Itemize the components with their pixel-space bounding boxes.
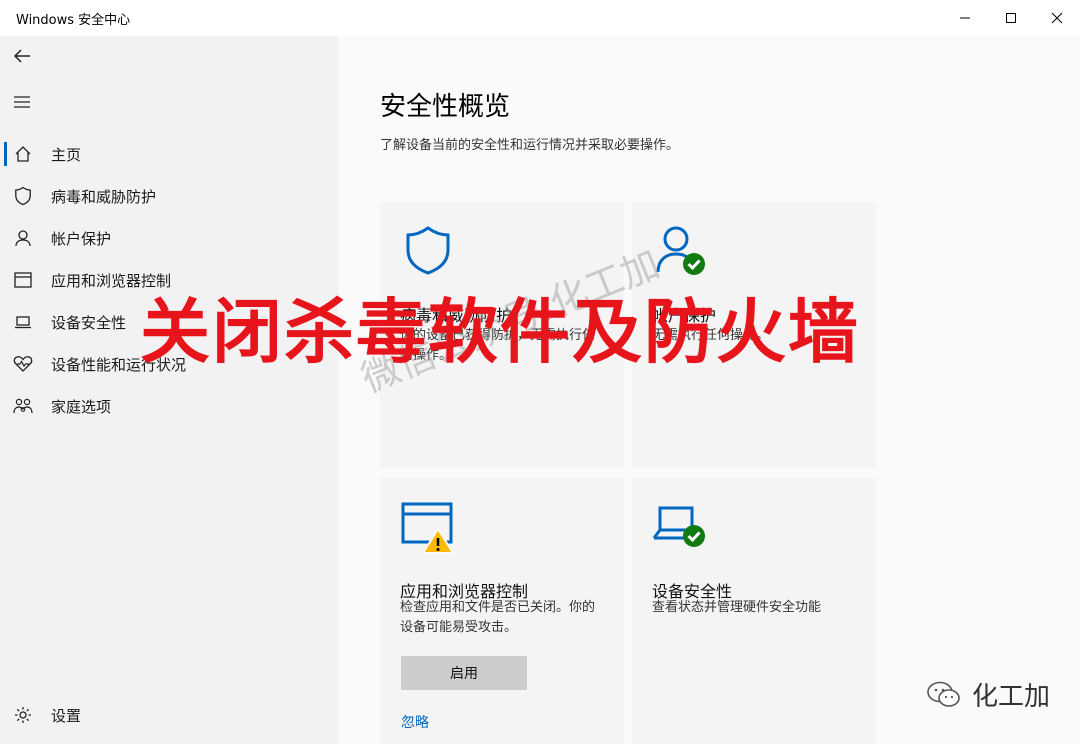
close-button[interactable] <box>1034 0 1080 36</box>
dismiss-link[interactable]: 忽略 <box>401 712 429 732</box>
home-icon <box>12 143 34 165</box>
page-title: 安全性概览 <box>380 92 511 122</box>
sidebar-item-account-protection[interactable]: 帐户保护 <box>0 217 338 259</box>
wechat-icon <box>927 681 960 707</box>
sidebar-item-label: 家庭选项 <box>51 397 112 416</box>
minimize-icon <box>960 17 970 19</box>
sidebar-item-virus-protection[interactable]: 病毒和威胁防护 <box>0 175 338 217</box>
sidebar-item-family-options[interactable]: 家庭选项 <box>0 385 338 427</box>
hamburger-icon <box>14 96 30 108</box>
sidebar-item-home[interactable]: 主页 <box>0 133 338 175</box>
hamburger-menu-button[interactable] <box>8 88 36 116</box>
back-arrow-icon <box>13 49 30 63</box>
brand-name: 化工加 <box>971 682 1050 712</box>
close-icon <box>1051 12 1063 24</box>
sidebar-item-settings[interactable]: 设置 <box>0 694 338 736</box>
sidebar-item-label: 帐户保护 <box>51 229 112 248</box>
family-icon <box>12 395 34 417</box>
maximize-icon <box>1006 13 1016 23</box>
person-icon <box>12 227 34 249</box>
sidebar: 主页 病毒和威胁防护 帐户保护 应用和浏览器控制 设备安全性 设备性能和运行状况… <box>0 36 338 744</box>
maximize-button[interactable] <box>988 0 1034 36</box>
shield-icon <box>406 226 450 275</box>
brand-badge: 化工加 <box>926 676 1050 713</box>
sidebar-item-label: 主页 <box>51 145 82 164</box>
title-bar: Windows 安全中心 <box>0 0 1080 36</box>
browser-window-icon <box>12 269 34 291</box>
page-description: 了解设备当前的安全性和运行情况并采取必要操作。 <box>380 138 680 153</box>
sidebar-item-label: 病毒和威胁防护 <box>51 187 157 206</box>
card-device-security[interactable]: 设备安全性 查看状态并管理硬件安全功能 <box>632 478 876 744</box>
heart-pulse-icon <box>12 353 34 375</box>
sidebar-item-label: 设备安全性 <box>51 313 127 332</box>
main-content: 安全性概览 了解设备当前的安全性和运行情况并采取必要操作。 病毒和威胁防护 你的… <box>338 36 1080 744</box>
overlay-headline: 关闭杀毒软件及防火墙 <box>140 291 860 373</box>
shield-icon <box>12 185 34 207</box>
browser-warning-icon <box>401 502 455 554</box>
card-app-browser-control[interactable]: 应用和浏览器控制 检查应用和文件是否已关闭。你的设备可能易受攻击。 启用 忽略 <box>380 478 624 744</box>
window-title: Windows 安全中心 <box>16 12 131 28</box>
gear-icon <box>12 704 34 726</box>
window-controls <box>942 0 1080 36</box>
settings-label: 设置 <box>51 706 82 725</box>
laptop-check-icon <box>652 506 705 547</box>
enable-button[interactable]: 启用 <box>401 656 527 690</box>
laptop-icon <box>12 311 34 333</box>
back-button[interactable] <box>8 42 36 70</box>
card-description: 检查应用和文件是否已关闭。你的设备可能易受攻击。 <box>400 600 596 635</box>
card-description: 查看状态并管理硬件安全功能 <box>652 600 822 615</box>
minimize-button[interactable] <box>942 0 988 36</box>
